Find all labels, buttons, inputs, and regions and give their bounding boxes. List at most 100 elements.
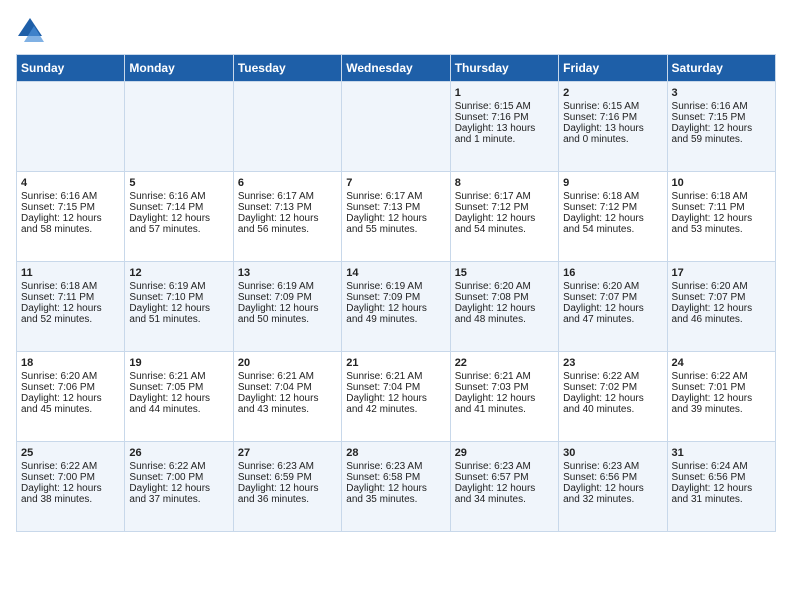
day-number: 23: [563, 357, 662, 369]
calendar-cell: 23Sunrise: 6:22 AMSunset: 7:02 PMDayligh…: [559, 352, 667, 442]
calendar-cell: 14Sunrise: 6:19 AMSunset: 7:09 PMDayligh…: [342, 262, 450, 352]
day-number: 18: [21, 357, 120, 369]
day-info: Daylight: 12 hours: [238, 393, 337, 404]
day-info: Daylight: 12 hours: [455, 393, 554, 404]
day-number: 2: [563, 87, 662, 99]
calendar-cell: 2Sunrise: 6:15 AMSunset: 7:16 PMDaylight…: [559, 82, 667, 172]
day-info: Daylight: 13 hours: [563, 123, 662, 134]
header-day-thursday: Thursday: [450, 55, 558, 82]
day-info: and 34 minutes.: [455, 494, 554, 505]
calendar-cell: 12Sunrise: 6:19 AMSunset: 7:10 PMDayligh…: [125, 262, 233, 352]
day-info: Sunrise: 6:22 AM: [129, 461, 228, 472]
day-info: Sunset: 7:04 PM: [238, 382, 337, 393]
calendar-cell: [342, 82, 450, 172]
day-info: Sunset: 7:12 PM: [455, 202, 554, 213]
day-info: Sunset: 6:57 PM: [455, 472, 554, 483]
calendar-cell: 19Sunrise: 6:21 AMSunset: 7:05 PMDayligh…: [125, 352, 233, 442]
day-number: 1: [455, 87, 554, 99]
day-info: and 36 minutes.: [238, 494, 337, 505]
day-info: and 35 minutes.: [346, 494, 445, 505]
header-day-wednesday: Wednesday: [342, 55, 450, 82]
week-row-1: 1Sunrise: 6:15 AMSunset: 7:16 PMDaylight…: [17, 82, 776, 172]
calendar-cell: 29Sunrise: 6:23 AMSunset: 6:57 PMDayligh…: [450, 442, 558, 532]
day-info: Daylight: 12 hours: [346, 303, 445, 314]
day-info: Sunrise: 6:19 AM: [346, 281, 445, 292]
day-number: 16: [563, 267, 662, 279]
day-info: and 43 minutes.: [238, 404, 337, 415]
calendar-cell: [233, 82, 341, 172]
day-number: 3: [672, 87, 771, 99]
day-info: and 51 minutes.: [129, 314, 228, 325]
day-number: 12: [129, 267, 228, 279]
day-info: and 48 minutes.: [455, 314, 554, 325]
week-row-3: 11Sunrise: 6:18 AMSunset: 7:11 PMDayligh…: [17, 262, 776, 352]
day-info: Sunrise: 6:18 AM: [563, 191, 662, 202]
day-info: and 50 minutes.: [238, 314, 337, 325]
day-info: and 54 minutes.: [455, 224, 554, 235]
day-number: 26: [129, 447, 228, 459]
calendar-cell: 11Sunrise: 6:18 AMSunset: 7:11 PMDayligh…: [17, 262, 125, 352]
day-info: Daylight: 12 hours: [672, 303, 771, 314]
day-info: Daylight: 12 hours: [672, 483, 771, 494]
day-info: and 1 minute.: [455, 134, 554, 145]
calendar-cell: 9Sunrise: 6:18 AMSunset: 7:12 PMDaylight…: [559, 172, 667, 262]
day-number: 25: [21, 447, 120, 459]
day-info: Sunset: 7:08 PM: [455, 292, 554, 303]
day-info: Daylight: 12 hours: [455, 213, 554, 224]
calendar-cell: 26Sunrise: 6:22 AMSunset: 7:00 PMDayligh…: [125, 442, 233, 532]
day-info: and 53 minutes.: [672, 224, 771, 235]
calendar-cell: 28Sunrise: 6:23 AMSunset: 6:58 PMDayligh…: [342, 442, 450, 532]
day-number: 6: [238, 177, 337, 189]
calendar-cell: 8Sunrise: 6:17 AMSunset: 7:12 PMDaylight…: [450, 172, 558, 262]
day-info: Sunrise: 6:17 AM: [455, 191, 554, 202]
day-number: 21: [346, 357, 445, 369]
day-info: Sunrise: 6:18 AM: [672, 191, 771, 202]
day-info: Sunset: 7:13 PM: [346, 202, 445, 213]
day-info: Daylight: 12 hours: [672, 393, 771, 404]
day-info: Sunrise: 6:17 AM: [238, 191, 337, 202]
day-number: 19: [129, 357, 228, 369]
day-info: Sunset: 7:00 PM: [21, 472, 120, 483]
page-header: [16, 16, 776, 44]
day-info: and 41 minutes.: [455, 404, 554, 415]
day-number: 9: [563, 177, 662, 189]
week-row-4: 18Sunrise: 6:20 AMSunset: 7:06 PMDayligh…: [17, 352, 776, 442]
day-info: Daylight: 12 hours: [129, 213, 228, 224]
day-info: Sunset: 7:11 PM: [21, 292, 120, 303]
day-info: Daylight: 12 hours: [238, 303, 337, 314]
day-info: Sunset: 6:58 PM: [346, 472, 445, 483]
calendar-body: 1Sunrise: 6:15 AMSunset: 7:16 PMDaylight…: [17, 82, 776, 532]
day-info: and 37 minutes.: [129, 494, 228, 505]
day-number: 7: [346, 177, 445, 189]
day-info: and 39 minutes.: [672, 404, 771, 415]
day-number: 10: [672, 177, 771, 189]
day-info: Sunset: 7:15 PM: [21, 202, 120, 213]
day-info: Sunrise: 6:20 AM: [672, 281, 771, 292]
header-row: SundayMondayTuesdayWednesdayThursdayFrid…: [17, 55, 776, 82]
day-info: Sunset: 7:00 PM: [129, 472, 228, 483]
header-day-tuesday: Tuesday: [233, 55, 341, 82]
day-info: and 54 minutes.: [563, 224, 662, 235]
day-info: and 38 minutes.: [21, 494, 120, 505]
day-info: and 47 minutes.: [563, 314, 662, 325]
day-info: Sunrise: 6:20 AM: [563, 281, 662, 292]
day-info: and 56 minutes.: [238, 224, 337, 235]
day-info: Daylight: 12 hours: [346, 393, 445, 404]
logo: [16, 16, 50, 44]
day-info: and 45 minutes.: [21, 404, 120, 415]
calendar-cell: 4Sunrise: 6:16 AMSunset: 7:15 PMDaylight…: [17, 172, 125, 262]
day-info: and 55 minutes.: [346, 224, 445, 235]
day-info: and 31 minutes.: [672, 494, 771, 505]
day-info: Sunset: 7:16 PM: [455, 112, 554, 123]
day-info: and 49 minutes.: [346, 314, 445, 325]
week-row-2: 4Sunrise: 6:16 AMSunset: 7:15 PMDaylight…: [17, 172, 776, 262]
day-info: and 44 minutes.: [129, 404, 228, 415]
day-number: 24: [672, 357, 771, 369]
day-info: and 59 minutes.: [672, 134, 771, 145]
calendar-cell: 25Sunrise: 6:22 AMSunset: 7:00 PMDayligh…: [17, 442, 125, 532]
day-info: Sunrise: 6:17 AM: [346, 191, 445, 202]
day-info: Sunrise: 6:16 AM: [21, 191, 120, 202]
day-info: Sunset: 7:10 PM: [129, 292, 228, 303]
day-info: and 42 minutes.: [346, 404, 445, 415]
day-info: Daylight: 12 hours: [21, 303, 120, 314]
